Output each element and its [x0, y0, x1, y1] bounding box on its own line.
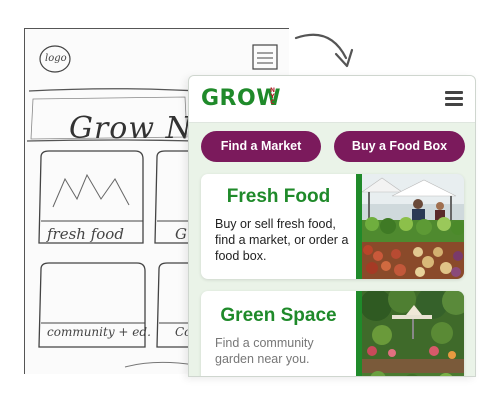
mobile-app-mockup: GROW N Y C Find a Market Buy a Food Box … [188, 75, 476, 377]
green-space-card[interactable]: Green Space Find a community garden near… [201, 291, 464, 376]
community-garden-image [362, 291, 464, 376]
menu-bar [445, 97, 463, 100]
logo-letter: C [270, 99, 275, 106]
card-title: Fresh Food [226, 186, 331, 207]
menu-bar [445, 91, 463, 94]
fresh-food-card[interactable]: Fresh Food Buy or sell fresh food, find … [201, 174, 464, 279]
market-produce-image [362, 174, 464, 279]
app-header: GROW N Y C [189, 76, 475, 123]
card-description: Buy or sell fresh food, find a market, o… [215, 217, 349, 263]
find-market-button[interactable]: Find a Market [201, 131, 321, 162]
brand-logo-nyc: N Y C [269, 88, 276, 106]
menu-bar [445, 103, 463, 106]
card-text: Fresh Food Buy or sell fresh food, find … [201, 174, 356, 279]
card-description: Find a community garden near you. [215, 336, 314, 366]
hamburger-menu-icon[interactable] [445, 91, 463, 106]
sketch-card-label-fresh: fresh food [47, 225, 124, 243]
buy-food-box-button[interactable]: Buy a Food Box [334, 131, 465, 162]
card-text: Green Space Find a community garden near… [201, 291, 356, 376]
sketch-card-label-community: community + ed. [47, 325, 151, 339]
curved-arrow-icon [294, 33, 354, 68]
sketch-logo-label: logo [45, 53, 67, 64]
card-title: Green Space [220, 305, 337, 326]
